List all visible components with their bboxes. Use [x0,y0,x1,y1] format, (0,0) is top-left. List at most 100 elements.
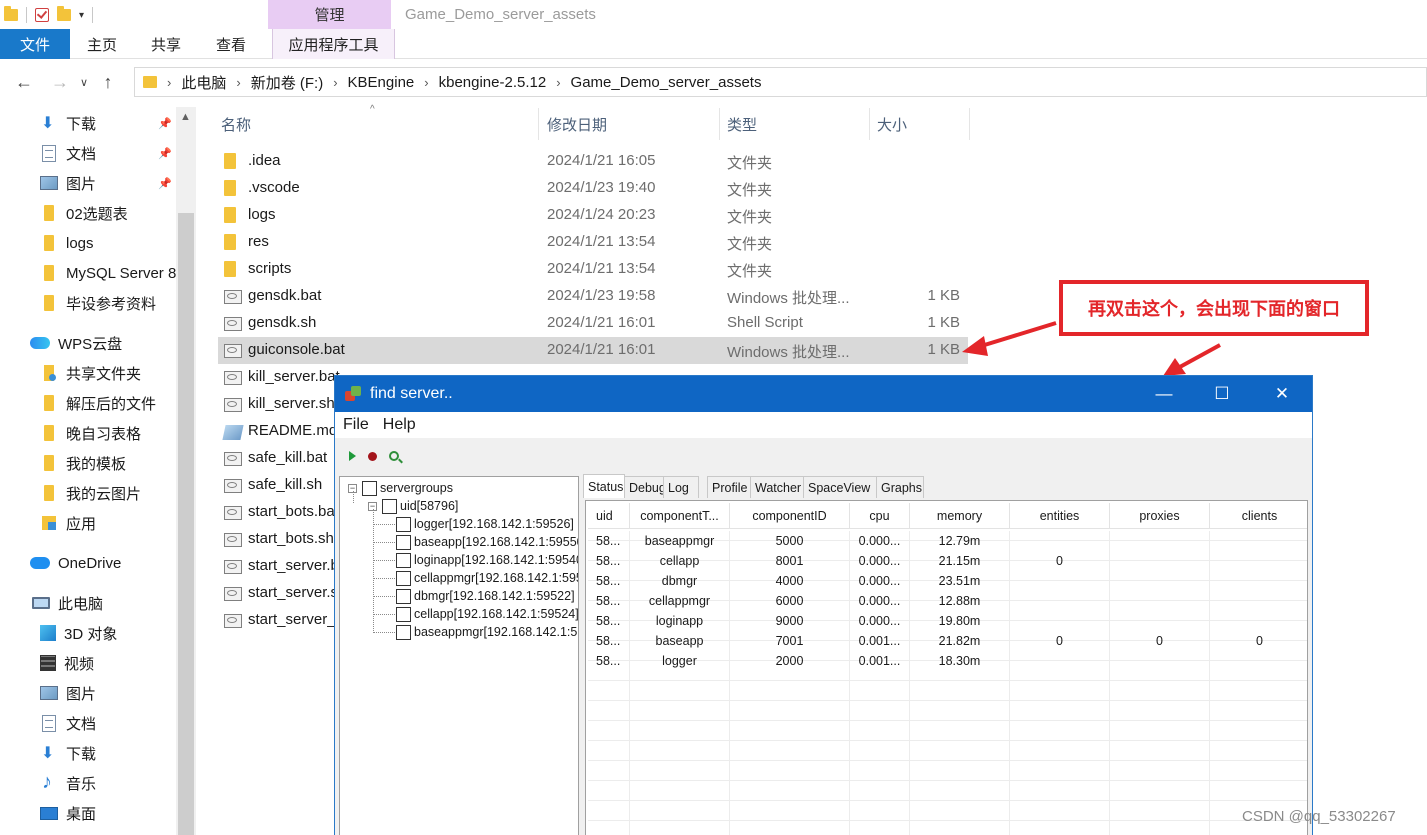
tree-node-component[interactable]: dbmgr[192.168.142.1:59522] [396,587,575,605]
breadcrumb-chevron-icon[interactable]: › [556,75,560,90]
tab-debug[interactable]: Debug [624,476,666,498]
column-header-name[interactable]: 名称 [214,108,539,140]
breadcrumb-kbengine-version[interactable]: kbengine-2.5.12 [439,74,547,91]
manage-context-tab[interactable]: 管理 [268,0,391,29]
tree-checkbox[interactable] [396,570,411,586]
tab-app-tools[interactable]: 应用程序工具 [272,29,395,59]
find-icon[interactable] [389,451,399,461]
file-row[interactable]: guiconsole.bat 2024/1/21 16:01 Windows 批处理… [218,337,968,364]
back-arrow-icon[interactable]: ← [10,72,38,93]
nav-item-downloads[interactable]: 下载 [40,738,96,768]
nav-item-folder[interactable]: 解压后的文件 [40,388,156,418]
breadcrumb-current-folder[interactable]: Game_Demo_server_assets [571,74,762,91]
nav-item-videos[interactable]: 视频 [40,648,94,678]
table-header-cell[interactable]: memory [910,503,1010,529]
nav-item-downloads[interactable]: 下载 📌 [40,108,172,138]
file-row[interactable]: res 2024/1/21 13:54 文件夹 [218,229,968,256]
tree-checkbox[interactable] [396,534,411,550]
breadcrumb-drive-f[interactable]: 新加卷 (F:) [251,72,324,93]
table-header-cell[interactable]: uid [588,503,630,529]
recent-locations-chevron-icon[interactable]: ∨ [74,76,94,89]
nav-item-this-pc[interactable]: 此电脑 [32,588,103,618]
tree-node-component[interactable]: cellapp[192.168.142.1:59524] [396,605,578,623]
tab-log[interactable]: Log [663,476,699,498]
server-tree[interactable]: − servergroups − uid[58796] logger[192.1… [339,476,579,835]
tree-checkbox[interactable] [396,516,411,532]
tab-file[interactable]: 文件 [0,29,70,59]
tree-checkbox[interactable] [396,588,411,604]
file-row[interactable]: scripts 2024/1/21 13:54 文件夹 [218,256,968,283]
breadcrumb-kbengine[interactable]: KBEngine [348,74,415,91]
file-row[interactable]: logs 2024/1/24 20:23 文件夹 [218,202,968,229]
tab-share[interactable]: 共享 [134,29,198,59]
tab-home[interactable]: 主页 [70,29,134,59]
nav-item-folder[interactable]: 晚自习表格 [40,418,141,448]
tree-checkbox[interactable] [396,552,411,568]
tab-status[interactable]: Status [583,474,625,498]
forward-arrow-icon[interactable]: → [46,72,74,93]
nav-item-folder[interactable]: 我的云图片 [40,478,141,508]
column-header-date[interactable]: 修改日期 [540,108,720,140]
nav-item-folder[interactable]: MySQL Server 8 [40,258,176,288]
table-header-cell[interactable]: clients [1210,503,1307,529]
tab-profile[interactable]: Profile [707,476,751,498]
nav-item-pictures[interactable]: 图片 📌 [40,168,172,198]
new-folder-icon[interactable] [57,6,71,21]
table-header-cell[interactable]: cpu [850,503,910,529]
column-header-size[interactable]: 大小 [870,108,970,140]
nav-item-pictures[interactable]: 图片 [40,678,96,708]
nav-item-shared-folder[interactable]: 共享文件夹 [40,358,141,388]
tree-checkbox[interactable] [396,606,411,622]
tree-checkbox[interactable] [362,480,377,496]
find-server-titlebar[interactable]: find server.. — ☐ ✕ [335,376,1312,412]
tree-node-uid[interactable]: − uid[58796] [368,497,458,515]
maximize-icon[interactable]: ☐ [1193,376,1251,412]
table-header-cell[interactable]: componentT... [630,503,730,529]
nav-item-folder[interactable]: logs [40,228,94,258]
breadcrumb-chevron-icon[interactable]: › [236,75,240,90]
nav-item-folder[interactable]: 02选题表 [40,198,128,228]
tree-node-component[interactable]: baseapp[192.168.142.1:59550] [396,533,578,551]
menu-help[interactable]: Help [383,416,416,434]
tree-checkbox[interactable] [396,624,411,640]
tree-node-component[interactable]: baseappmgr[192.168.142.1:59516] [396,623,578,641]
breadcrumb-chevron-icon[interactable]: › [333,75,337,90]
record-icon[interactable] [368,451,377,461]
breadcrumb-this-pc[interactable]: 此电脑 [181,72,226,93]
close-icon[interactable]: ✕ [1253,376,1311,412]
play-icon[interactable] [349,451,356,461]
address-bar[interactable]: › 此电脑 › 新加卷 (F:) › KBEngine › kbengine-2… [134,67,1427,97]
table-header-cell[interactable]: componentID [730,503,850,529]
tab-spaceview[interactable]: SpaceView [803,476,877,498]
tab-graphs[interactable]: Graphs [876,476,924,498]
tree-node-component[interactable]: loginapp[192.168.142.1:59540] [396,551,578,569]
nav-item-wps-cloud[interactable]: WPS云盘 [30,328,122,358]
customize-dropdown-icon[interactable]: ▾ [79,10,84,21]
collapse-icon[interactable]: − [348,483,357,493]
file-row[interactable]: gensdk.sh 2024/1/21 16:01 Shell Script 1 KB [218,310,968,337]
breadcrumb-chevron-icon[interactable]: › [167,75,171,90]
tree-node-component[interactable]: logger[192.168.142.1:59526] [396,515,574,533]
up-arrow-icon[interactable]: ↑ [94,72,122,93]
tree-node-root[interactable]: − servergroups [348,479,453,497]
table-header-cell[interactable]: entities [1010,503,1110,529]
nav-item-apps[interactable]: 应用 [40,508,96,538]
scrollbar-thumb[interactable] [178,213,194,835]
nav-item-onedrive[interactable]: OneDrive [30,548,121,578]
properties-icon[interactable] [35,8,49,22]
nav-item-desktop[interactable]: 桌面 [40,798,96,828]
tab-watcher[interactable]: Watcher [750,476,804,498]
nav-item-music[interactable]: 音乐 [40,768,96,798]
tree-checkbox[interactable] [382,498,397,514]
tab-view[interactable]: 查看 [198,29,264,59]
scroll-up-icon[interactable]: ▲ [180,111,191,123]
tree-node-component[interactable]: cellappmgr[192.168.142.1:59518] [396,569,578,587]
nav-scrollbar[interactable]: ▲ [176,107,196,835]
menu-file[interactable]: File [343,416,369,434]
file-row[interactable]: gensdk.bat 2024/1/23 19:58 Windows 批处理... 1… [218,283,968,310]
table-header-cell[interactable]: proxies [1110,503,1210,529]
nav-item-folder[interactable]: 我的模板 [40,448,126,478]
status-table[interactable]: uid componentT... componentID cpu memory enti… [585,500,1308,835]
file-row[interactable]: .vscode 2024/1/23 19:40 文件夹 [218,175,968,202]
file-row[interactable]: .idea 2024/1/21 16:05 文件夹 [218,148,968,175]
